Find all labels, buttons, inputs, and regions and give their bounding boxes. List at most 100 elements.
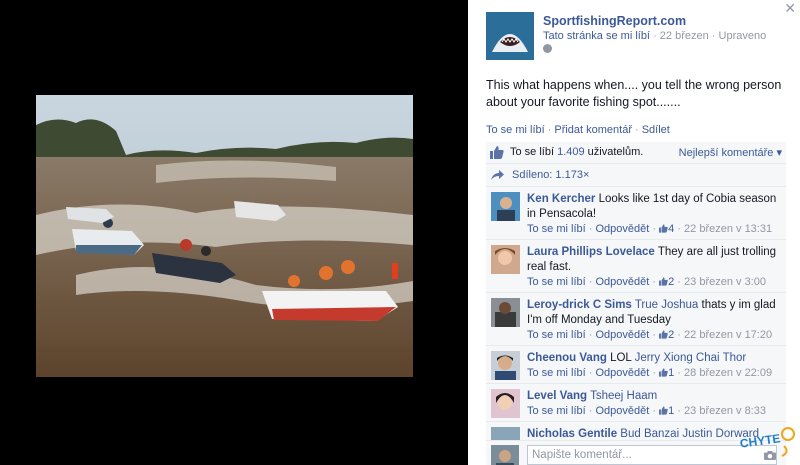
likes-count-text: To se líbí 1.409 uživatelům. (510, 146, 643, 158)
footer-sep: · (652, 405, 657, 417)
comment-item: Cheenou Vang LOL Jerry Xiong Chai Thor T… (486, 346, 786, 384)
tagged-user[interactable]: Tsheej Haam (587, 390, 657, 402)
comment-like-link[interactable]: To se mi líbí (527, 329, 586, 341)
avatar-laura (491, 245, 520, 274)
commenter-name[interactable]: Cheenou Vang (527, 352, 607, 364)
commenter-name[interactable]: Nicholas Gentile (527, 428, 617, 440)
thumbs-up-icon (659, 330, 668, 339)
likes-number: 2 (668, 276, 675, 288)
footer-sep: · (588, 276, 593, 288)
footer-sep: · (677, 367, 681, 379)
likes-number: 4 (668, 223, 675, 235)
globe-icon (543, 44, 552, 53)
thumbs-up-icon (490, 146, 504, 159)
shark-icon (486, 12, 534, 60)
watermark-text: CHYTE (739, 431, 781, 451)
comment-time[interactable]: 22 březen v 13:31 (684, 223, 772, 235)
avatar-cheenou (491, 351, 520, 380)
comment-likes-count[interactable]: 2 (659, 329, 674, 341)
shares-summary: Sdíleno: 1.173× (486, 164, 786, 187)
post-message: This what happens when.... you tell the … (486, 78, 782, 109)
commenter-avatar[interactable] (491, 351, 520, 380)
comment-time[interactable]: 28 březen v 22:09 (684, 367, 772, 379)
comment-footer: To se mi líbí · Odpovědět · 4 · 22 březe… (527, 223, 772, 235)
comment-like-link[interactable]: To se mi líbí (527, 405, 586, 417)
likes-number: 2 (668, 329, 675, 341)
comment-likes-count[interactable]: 1 (659, 367, 674, 379)
comment-sort-dropdown[interactable]: Nejlepší komentáře ▾ (679, 146, 782, 159)
comment-reply-link[interactable]: Odpovědět (595, 223, 649, 235)
comment-time[interactable]: 23 březen v 8:33 (684, 405, 766, 417)
commenter-name[interactable]: Level Vang (527, 390, 587, 402)
tagged-user[interactable]: Jerry Xiong Chai Thor (635, 352, 747, 364)
comment-likes-count[interactable]: 1 (659, 405, 674, 417)
commenter-name[interactable]: Ken Kercher (527, 193, 595, 205)
avatar-current-user (491, 445, 519, 465)
meta-sep: · (653, 30, 657, 42)
page-name-link[interactable]: SportfishingReport.com (543, 14, 686, 28)
share-arrow-icon (491, 170, 504, 180)
post-photo[interactable] (36, 95, 413, 377)
comment-reply-link[interactable]: Odpovědět (595, 329, 649, 341)
comment-link[interactable]: Přidat komentář (554, 124, 632, 136)
footer-sep: · (652, 329, 657, 341)
commenter-avatar[interactable] (491, 245, 520, 274)
comment-likes-count[interactable]: 4 (659, 223, 674, 235)
share-link[interactable]: Sdílet (642, 124, 670, 136)
likes-suffix: uživatelům. (584, 146, 644, 158)
close-icon[interactable]: ✕ (784, 0, 796, 17)
page-like-toggle[interactable]: Tato stránka se mi líbí (543, 30, 650, 42)
page-avatar[interactable] (486, 12, 534, 60)
footer-sep: · (588, 405, 593, 417)
footer-sep: · (677, 276, 681, 288)
edited-label[interactable]: Upraveno (719, 30, 767, 42)
comment-reply-link[interactable]: Odpovědět (595, 367, 649, 379)
comment-body: Laura Phillips Lovelace They are all jus… (527, 245, 782, 275)
thumbs-up-icon (659, 224, 668, 233)
footer-sep: · (588, 329, 593, 341)
photo-viewer (0, 0, 468, 465)
comment-item: Ken Kercher Looks like 1st day of Cobia … (486, 187, 786, 240)
comment-body: Level Vang Tsheej Haam (527, 389, 782, 404)
page-meta: Tato stránka se mi líbí · 22 březen · Up… (543, 30, 766, 42)
commenter-name[interactable]: Laura Phillips Lovelace (527, 246, 655, 258)
commenter-avatar[interactable] (491, 192, 520, 221)
comment-time[interactable]: 22 březen v 17:20 (684, 329, 772, 341)
commenter-name[interactable]: Leroy-drick C Sims (527, 299, 632, 311)
post-date[interactable]: 22 březen (660, 30, 709, 42)
comment-footer: To se mi líbí · Odpovědět · 1 · 23 březe… (527, 405, 766, 417)
comment-item: Level Vang Tsheej Haam To se mi líbí · O… (486, 384, 786, 422)
comment-likes-count[interactable]: 2 (659, 276, 674, 288)
footer-sep: · (652, 223, 657, 235)
comment-footer: To se mi líbí · Odpovědět · 1 · 28 březe… (527, 367, 772, 379)
tagged-user[interactable]: True Joshua (632, 299, 699, 311)
thumbs-up-icon (659, 406, 668, 415)
likes-count-link[interactable]: 1.409 (557, 146, 585, 158)
action-sep: · (547, 124, 552, 136)
likes-number: 1 (668, 367, 675, 379)
boats-photo-illustration (36, 95, 413, 377)
comment-footer: To se mi líbí · Odpovědět · 2 · 23 březe… (527, 276, 766, 288)
footer-sep: · (588, 367, 593, 379)
comment-body: Cheenou Vang LOL Jerry Xiong Chai Thor (527, 351, 782, 366)
shares-count-link[interactable]: Sdíleno: 1.173× (512, 169, 589, 181)
comment-like-link[interactable]: To se mi líbí (527, 276, 586, 288)
comment-reply-link[interactable]: Odpovědět (595, 405, 649, 417)
thumbs-up-icon (659, 368, 668, 377)
comment-time[interactable]: 23 březen v 3:00 (684, 276, 766, 288)
action-sep: · (635, 124, 639, 136)
footer-sep: · (677, 405, 681, 417)
avatar-level (491, 389, 520, 418)
comment-footer: To se mi líbí · Odpovědět · 2 · 22 březe… (527, 329, 772, 341)
footer-sep: · (588, 223, 593, 235)
comment-like-link[interactable]: To se mi líbí (527, 223, 586, 235)
like-link[interactable]: To se mi líbí (486, 124, 545, 136)
likes-summary: To se líbí 1.409 uživatelům. Nejlepší ko… (486, 142, 786, 164)
commenter-avatar[interactable] (491, 389, 520, 418)
comment-like-link[interactable]: To se mi líbí (527, 367, 586, 379)
footer-sep: · (652, 276, 657, 288)
footer-sep: · (677, 223, 681, 235)
commenter-avatar[interactable] (491, 298, 520, 327)
comment-reply-link[interactable]: Odpovědět (595, 276, 649, 288)
comment-body: Ken Kercher Looks like 1st day of Cobia … (527, 192, 782, 222)
